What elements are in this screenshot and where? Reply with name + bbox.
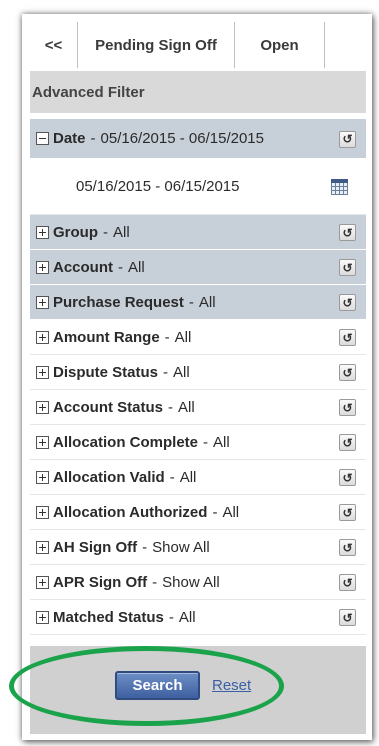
reset-filter-icon[interactable]: ↺ xyxy=(339,609,356,626)
advanced-filter-heading: Advanced Filter xyxy=(30,71,366,113)
tab-open[interactable]: Open xyxy=(235,22,325,68)
filter-title: Account Status xyxy=(53,398,164,416)
reset-filter-icon[interactable]: ↺ xyxy=(339,399,356,416)
reset-filter-icon[interactable]: ↺ xyxy=(339,329,356,346)
filter-value: All xyxy=(213,433,230,451)
filter-row-allocation-valid[interactable]: Allocation Valid - All ↺ xyxy=(30,460,366,495)
filter-row-allocation-authorized[interactable]: Allocation Authorized - All ↺ xyxy=(30,495,366,530)
expand-icon[interactable] xyxy=(36,400,49,414)
reset-filter-icon[interactable]: ↺ xyxy=(339,294,356,311)
filter-row-account[interactable]: Account - All ↺ xyxy=(30,250,366,285)
filter-separator: - xyxy=(103,223,108,241)
filter-title: APR Sign Off xyxy=(53,573,148,591)
filter-value: All xyxy=(178,398,195,416)
filter-separator: - xyxy=(90,130,96,147)
filter-row-group[interactable]: Group - All ↺ xyxy=(30,215,366,250)
reset-filter-icon[interactable]: ↺ xyxy=(339,574,356,591)
filter-separator: - xyxy=(203,433,209,451)
filter-row-matched-status[interactable]: Matched Status - All ↺ xyxy=(30,600,366,635)
filter-separator: - xyxy=(169,468,175,486)
filter-row-account-status[interactable]: Account Status - All ↺ xyxy=(30,390,366,425)
filter-title: Account xyxy=(53,258,113,276)
filter-title: Date xyxy=(53,130,86,147)
filter-list: Date - 05/16/2015 - 06/15/2015 ↺ 05/16/2… xyxy=(30,119,366,635)
filter-value: All xyxy=(174,328,192,346)
filter-value: All xyxy=(222,503,240,521)
expand-icon[interactable] xyxy=(36,435,49,449)
tab-pending-sign-off[interactable]: Pending Sign Off xyxy=(78,22,235,68)
reset-filter-icon[interactable]: ↺ xyxy=(339,224,356,241)
reset-filter-icon[interactable]: ↺ xyxy=(339,539,356,556)
expand-icon[interactable] xyxy=(36,295,49,309)
filter-value: All xyxy=(173,363,190,381)
filter-value: All xyxy=(179,468,197,486)
filter-row-date[interactable]: Date - 05/16/2015 - 06/15/2015 ↺ xyxy=(30,119,366,159)
filter-row-amount-range[interactable]: Amount Range - All ↺ xyxy=(30,320,366,355)
filter-value: 05/16/2015 - 06/15/2015 xyxy=(100,130,264,147)
filter-title: Group xyxy=(53,223,98,241)
filter-title: Allocation Valid xyxy=(53,468,165,486)
filter-value: All xyxy=(128,258,145,276)
tab-bar: << Pending Sign Off Open xyxy=(30,22,366,68)
filter-separator: - xyxy=(118,258,123,276)
filter-rows: Group - All ↺ Account - All ↺ Purchase Request - A… xyxy=(30,215,366,635)
reset-filter-icon[interactable]: ↺ xyxy=(339,130,356,148)
filter-value: All xyxy=(113,223,130,241)
filter-title: AH Sign Off xyxy=(53,538,138,556)
filter-panel: << Pending Sign Off Open Advanced Filter… xyxy=(22,14,372,740)
tab-overflow[interactable] xyxy=(325,22,366,68)
expand-icon[interactable] xyxy=(36,470,49,484)
filter-separator: - xyxy=(163,363,169,381)
filter-separator: - xyxy=(168,608,174,626)
expand-icon[interactable] xyxy=(36,505,49,519)
date-range-value[interactable]: 05/16/2015 - 06/15/2015 xyxy=(76,178,239,195)
filter-title: Allocation Complete xyxy=(53,433,199,451)
filter-title: Dispute Status xyxy=(53,363,159,381)
date-range-field[interactable]: 05/16/2015 - 06/15/2015 xyxy=(30,159,366,215)
expand-icon[interactable] xyxy=(36,540,49,554)
collapse-icon[interactable] xyxy=(36,132,49,145)
filter-separator: - xyxy=(188,293,194,311)
filter-value: All xyxy=(198,293,216,311)
expand-icon[interactable] xyxy=(36,575,49,589)
tab-back[interactable]: << xyxy=(30,22,78,68)
reset-filter-icon[interactable]: ↺ xyxy=(339,504,356,521)
filter-row-ah-sign-off[interactable]: AH Sign Off - Show All ↺ xyxy=(30,530,366,565)
filter-title: Matched Status xyxy=(53,608,164,626)
reset-filter-icon[interactable]: ↺ xyxy=(339,364,356,381)
filter-separator: - xyxy=(212,503,218,521)
filter-value: Show All xyxy=(162,573,220,591)
expand-icon[interactable] xyxy=(36,365,49,379)
expand-icon[interactable] xyxy=(36,260,49,274)
reset-filter-icon[interactable]: ↺ xyxy=(339,434,356,451)
filter-separator: - xyxy=(152,573,158,591)
filter-row-dispute-status[interactable]: Dispute Status - All ↺ xyxy=(30,355,366,390)
filter-separator: - xyxy=(142,538,148,556)
filter-value: Show All xyxy=(152,538,210,556)
calendar-icon[interactable] xyxy=(331,179,348,195)
reset-link[interactable]: Reset xyxy=(212,677,251,694)
search-button[interactable]: Search xyxy=(115,671,200,700)
reset-filter-icon[interactable]: ↺ xyxy=(339,469,356,486)
expand-icon[interactable] xyxy=(36,225,49,239)
filter-title: Allocation Authorized xyxy=(53,503,208,521)
filter-separator: - xyxy=(168,398,174,416)
expand-icon[interactable] xyxy=(36,330,49,344)
reset-filter-icon[interactable]: ↺ xyxy=(339,259,356,276)
filter-row-apr-sign-off[interactable]: APR Sign Off - Show All ↺ xyxy=(30,565,366,600)
filter-title: Purchase Request xyxy=(53,293,184,311)
filter-row-purchase-request[interactable]: Purchase Request - All ↺ xyxy=(30,285,366,320)
filter-footer: Search Reset xyxy=(30,646,366,734)
filter-value: All xyxy=(178,608,196,626)
filter-title: Amount Range xyxy=(53,328,160,346)
filter-separator: - xyxy=(164,328,170,346)
filter-row-allocation-complete[interactable]: Allocation Complete - All ↺ xyxy=(30,425,366,460)
expand-icon[interactable] xyxy=(36,610,49,624)
